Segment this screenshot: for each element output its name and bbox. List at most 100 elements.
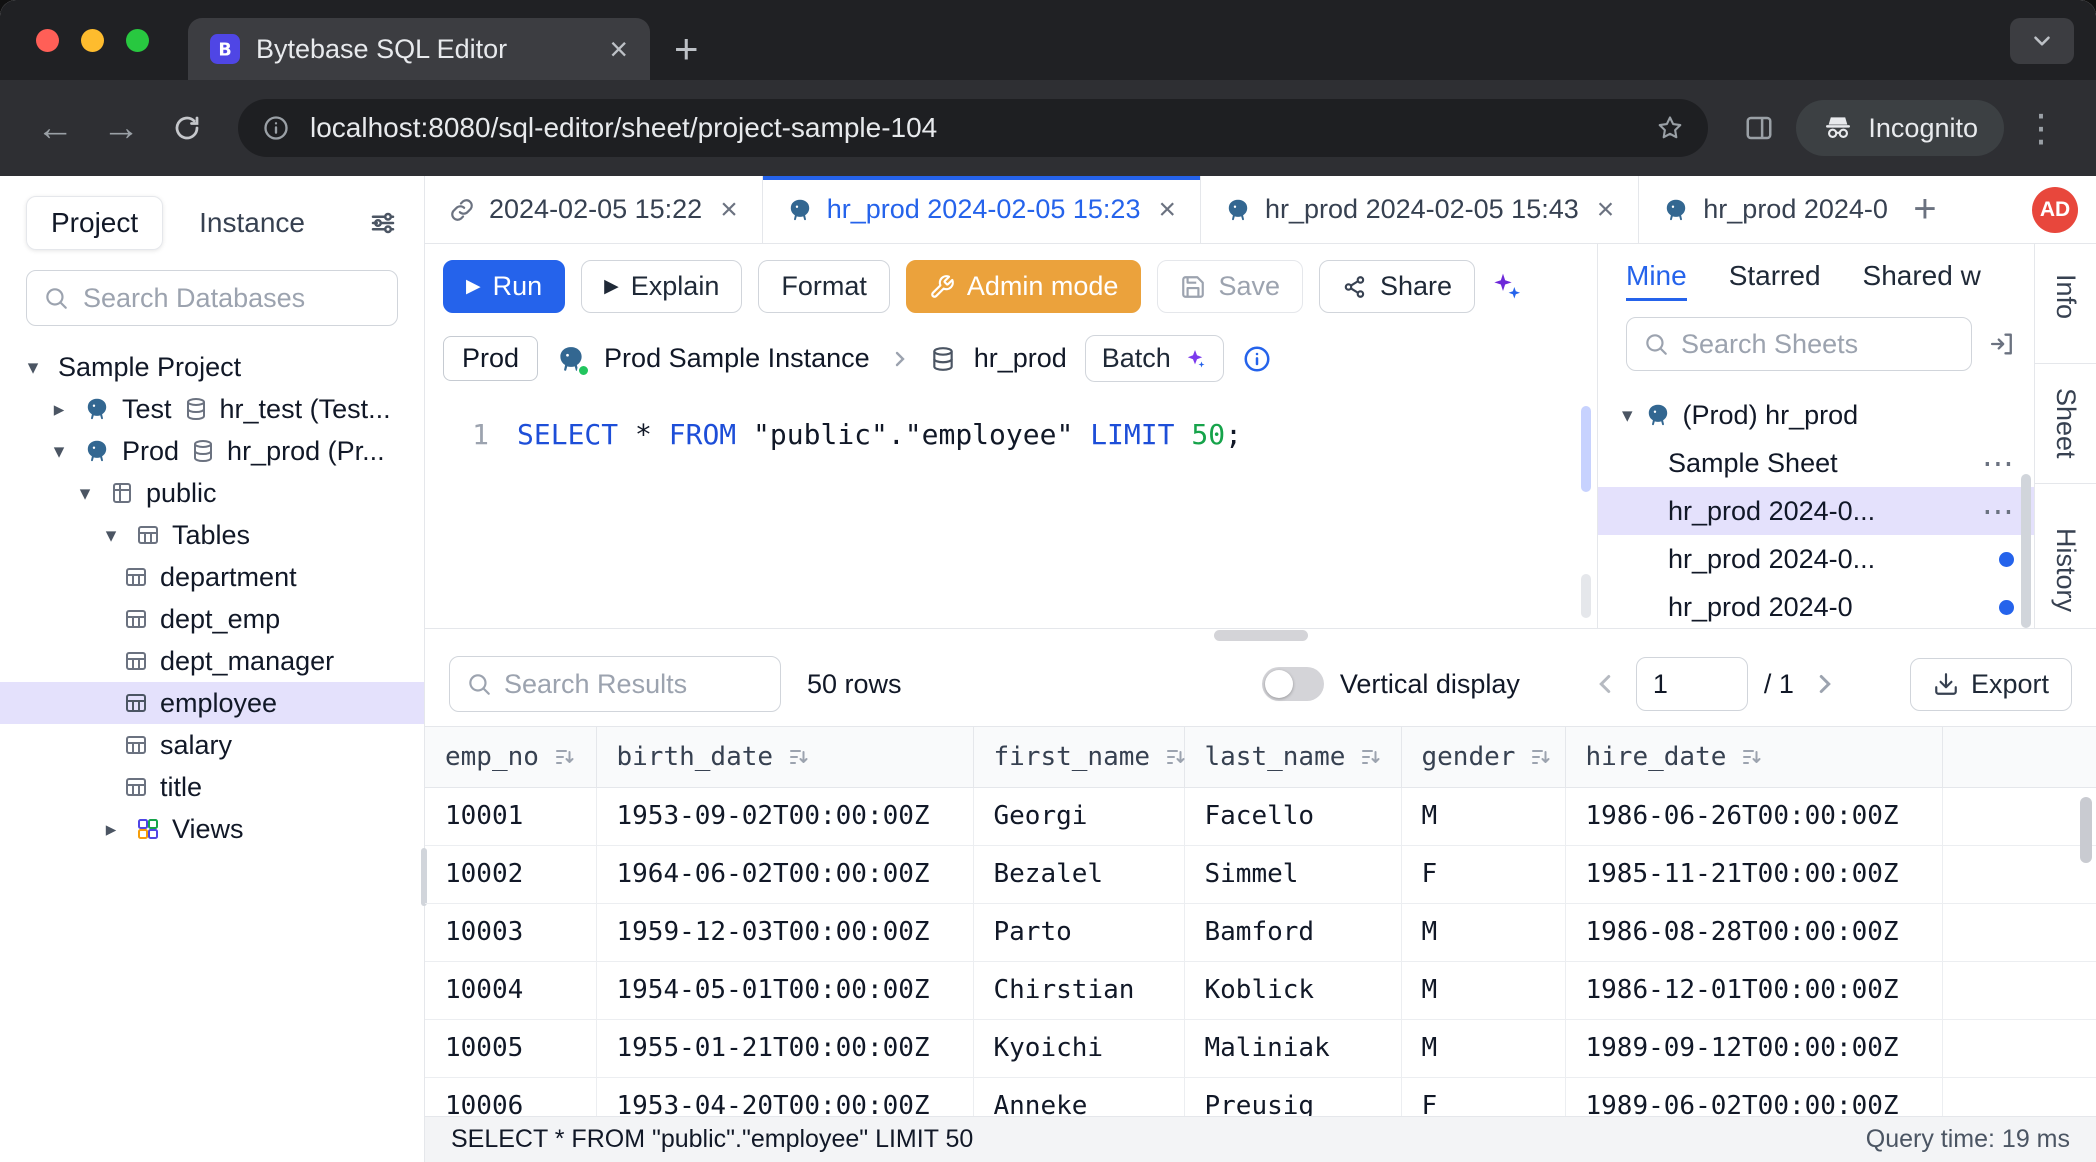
filter-settings-button[interactable] <box>368 208 398 238</box>
chevron-down-icon[interactable]: ▾ <box>98 523 124 548</box>
editor-tab[interactable]: 2024-02-05 15:22 × <box>425 176 763 243</box>
ai-sparkles-icon[interactable] <box>1491 271 1523 303</box>
splitter-grip[interactable] <box>1214 630 1308 641</box>
column-header[interactable]: birth_date <box>596 727 973 787</box>
sheet-item-selected[interactable]: hr_prod 2024-0... ⋯ <box>1598 487 2034 535</box>
table-cell[interactable]: 10005 <box>425 1019 596 1077</box>
new-tab-button[interactable]: + <box>674 28 699 70</box>
tab-mine[interactable]: Mine <box>1626 260 1687 301</box>
avatar[interactable]: AD <box>2032 187 2078 233</box>
instance-name[interactable]: Prod Sample Instance <box>604 343 870 374</box>
table-cell[interactable]: Facello <box>1184 787 1401 845</box>
close-window-button[interactable] <box>36 29 59 52</box>
column-header[interactable]: first_name <box>973 727 1184 787</box>
tree-item-table[interactable]: dept_manager <box>0 640 424 682</box>
tree-item-table[interactable]: salary <box>0 724 424 766</box>
table-cell[interactable]: Parto <box>973 903 1184 961</box>
reload-button[interactable] <box>158 99 216 157</box>
tab-sheet[interactable]: Sheet <box>2035 363 2096 484</box>
table-cell[interactable]: 1989-09-12T00:00:00Z <box>1565 1019 1942 1077</box>
vertical-display-toggle[interactable] <box>1262 667 1324 701</box>
site-info-icon[interactable] <box>262 114 290 142</box>
chevron-right-icon[interactable]: ▸ <box>46 397 72 422</box>
database-search[interactable] <box>26 270 398 326</box>
panel-scrollbar-thumb[interactable] <box>2021 474 2031 628</box>
table-cell[interactable]: Kyoichi <box>973 1019 1184 1077</box>
info-icon[interactable] <box>1242 344 1272 374</box>
collapse-panel-icon[interactable] <box>1988 330 2016 358</box>
url-bar[interactable]: localhost:8080/sql-editor/sheet/project-… <box>238 99 1708 157</box>
table-cell[interactable]: F <box>1401 845 1565 903</box>
tab-search-button[interactable] <box>2010 18 2074 64</box>
table-cell[interactable]: 1986-08-28T00:00:00Z <box>1565 903 1942 961</box>
tab-shared[interactable]: Shared w <box>1863 260 1981 301</box>
table-cell[interactable]: 1953-04-20T00:00:00Z <box>596 1077 973 1116</box>
tab-project[interactable]: Project <box>26 196 163 250</box>
table-cell[interactable]: Bezalel <box>973 845 1184 903</box>
tab-starred[interactable]: Starred <box>1729 260 1821 301</box>
table-cell[interactable]: Preusig <box>1184 1077 1401 1116</box>
page-input[interactable] <box>1653 669 1731 700</box>
share-button[interactable]: Share <box>1319 260 1475 313</box>
table-cell[interactable]: 1955-01-21T00:00:00Z <box>596 1019 973 1077</box>
table-cell[interactable]: Simmel <box>1184 845 1401 903</box>
results-search[interactable] <box>449 656 781 712</box>
page-input-box[interactable] <box>1636 657 1748 711</box>
tab-history[interactable]: History <box>2035 528 2096 612</box>
sheet-item[interactable]: hr_prod 2024-0 <box>1598 583 2034 628</box>
sort-icon[interactable] <box>1164 745 1188 769</box>
chevron-right-icon[interactable]: ▸ <box>98 817 124 842</box>
sort-icon[interactable] <box>1359 745 1383 769</box>
environment-badge[interactable]: Prod <box>443 336 538 381</box>
more-actions-icon[interactable]: ⋯ <box>1982 495 2014 527</box>
table-cell[interactable]: 1953-09-02T00:00:00Z <box>596 787 973 845</box>
chevron-right-icon[interactable] <box>1810 669 1840 699</box>
maximize-window-button[interactable] <box>126 29 149 52</box>
table-cell[interactable]: M <box>1401 903 1565 961</box>
table-cell[interactable]: 1959-12-03T00:00:00Z <box>596 903 973 961</box>
format-button[interactable]: Format <box>758 260 890 313</box>
table-cell[interactable]: M <box>1401 961 1565 1019</box>
table-cell[interactable]: 10001 <box>425 787 596 845</box>
browser-menu-button[interactable]: ⋮ <box>2012 99 2070 157</box>
table-row[interactable]: 100011953-09-02T00:00:00ZGeorgiFacelloM1… <box>425 787 2096 845</box>
chevron-left-icon[interactable] <box>1590 669 1620 699</box>
editor-tab-active[interactable]: hr_prod 2024-02-05 15:23 × <box>763 176 1201 243</box>
sort-icon[interactable] <box>1740 745 1764 769</box>
save-button[interactable]: Save <box>1157 260 1303 313</box>
table-row[interactable]: 100051955-01-21T00:00:00ZKyoichiMaliniak… <box>425 1019 2096 1077</box>
close-icon[interactable]: × <box>720 195 738 225</box>
tree-item-tables-group[interactable]: ▾ Tables <box>0 514 424 556</box>
tree-item-test-instance[interactable]: ▸ Test hr_test (Test... <box>0 388 424 430</box>
table-cell[interactable]: M <box>1401 787 1565 845</box>
new-sheet-button[interactable]: + <box>1895 176 1954 243</box>
column-header[interactable]: hire_date <box>1565 727 1942 787</box>
editor-tab[interactable]: hr_prod 2024-0 <box>1639 176 1895 243</box>
back-button[interactable]: ← <box>26 99 84 157</box>
table-cell[interactable]: 10006 <box>425 1077 596 1116</box>
editor-scrollbar-thumb[interactable] <box>1581 406 1591 492</box>
close-icon[interactable]: × <box>1158 195 1176 225</box>
browser-tab[interactable]: B Bytebase SQL Editor × <box>188 18 650 80</box>
url-text[interactable]: localhost:8080/sql-editor/sheet/project-… <box>310 112 1636 144</box>
admin-mode-button[interactable]: Admin mode <box>906 260 1142 313</box>
results-scrollbar-thumb[interactable] <box>2080 797 2092 863</box>
table-cell[interactable]: F <box>1401 1077 1565 1116</box>
horizontal-splitter[interactable] <box>425 628 2096 642</box>
table-cell[interactable]: 10002 <box>425 845 596 903</box>
table-row[interactable]: 100021964-06-02T00:00:00ZBezalelSimmelF1… <box>425 845 2096 903</box>
table-cell[interactable]: Anneke <box>973 1077 1184 1116</box>
table-cell[interactable]: Maliniak <box>1184 1019 1401 1077</box>
table-cell[interactable]: M <box>1401 1019 1565 1077</box>
table-cell[interactable]: 10004 <box>425 961 596 1019</box>
table-cell[interactable]: 1954-05-01T00:00:00Z <box>596 961 973 1019</box>
editor-scrollbar-thumb[interactable] <box>1581 574 1591 618</box>
table-cell[interactable]: 1986-06-26T00:00:00Z <box>1565 787 1942 845</box>
chevron-down-icon[interactable]: ▾ <box>1622 403 1633 428</box>
tree-item-table[interactable]: department <box>0 556 424 598</box>
table-cell[interactable]: 1986-12-01T00:00:00Z <box>1565 961 1942 1019</box>
chevron-down-icon[interactable]: ▾ <box>20 355 46 380</box>
tree-item-table[interactable]: title <box>0 766 424 808</box>
explain-button[interactable]: ▶ Explain <box>581 260 742 313</box>
tree-item-table-selected[interactable]: employee <box>0 682 424 724</box>
